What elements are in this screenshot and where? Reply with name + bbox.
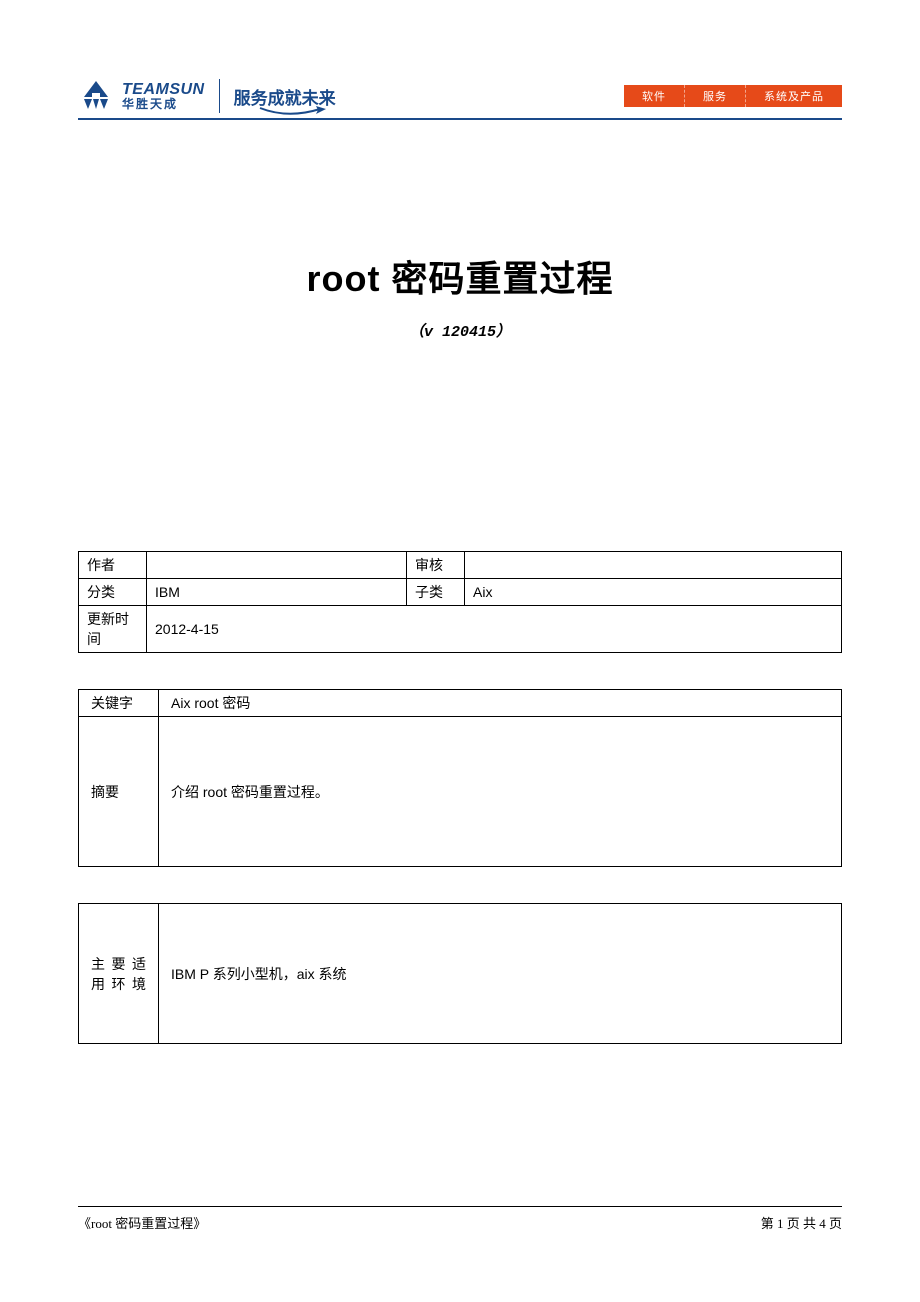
page-footer: 《root 密码重置过程》 第 1 页 共 4 页 — [78, 1206, 842, 1232]
updated-value: 2012-4-15 — [147, 606, 842, 653]
updated-label: 更新时间 — [79, 606, 147, 653]
author-label: 作者 — [79, 552, 147, 579]
logo-text-cn: 华胜天成 — [122, 98, 205, 110]
slogan-arrow-icon — [258, 105, 328, 117]
footer-page-number: 第 1 页 共 4 页 — [761, 1213, 842, 1232]
category-value: IBM — [147, 579, 407, 606]
category-label: 分类 — [79, 579, 147, 606]
logo-mark-icon — [78, 79, 114, 113]
keywords-label: 关键字 — [79, 690, 159, 717]
review-value — [465, 552, 842, 579]
environment-table: 主 要 适用环境 IBM P 系列小型机，aix 系统 — [78, 903, 842, 1044]
abstract-label: 摘要 — [79, 717, 159, 867]
author-value — [147, 552, 407, 579]
page-header: TEAMSUN 华胜天成 服务成就未来 软件 服务 系统及产品 — [78, 80, 842, 120]
keywords-value: Aix root 密码 — [159, 690, 842, 717]
header-left: TEAMSUN 华胜天成 服务成就未来 — [78, 79, 336, 113]
document-title: root 密码重置过程 — [78, 250, 842, 302]
nav-tab-software[interactable]: 软件 — [624, 85, 684, 107]
header-divider — [219, 79, 220, 113]
document-version: （v 120415） — [78, 320, 842, 341]
document-title-block: root 密码重置过程 （v 120415） — [78, 250, 842, 341]
env-label: 主 要 适用环境 — [79, 904, 159, 1044]
header-nav: 软件 服务 系统及产品 — [624, 85, 842, 107]
keywords-abstract-table: 关键字 Aix root 密码 摘要 介绍 root 密码重置过程。 — [78, 689, 842, 867]
logo-text-en: TEAMSUN — [122, 82, 205, 98]
slogan-text: 服务成就未来 — [234, 84, 336, 109]
review-label: 审核 — [407, 552, 465, 579]
metadata-table: 作者 审核 分类 IBM 子类 Aix 更新时间 2012-4-15 — [78, 551, 842, 653]
company-logo: TEAMSUN 华胜天成 — [78, 79, 205, 113]
nav-tab-service[interactable]: 服务 — [684, 85, 745, 107]
nav-tab-products[interactable]: 系统及产品 — [745, 85, 842, 107]
subcategory-value: Aix — [465, 579, 842, 606]
footer-doc-name: 《root 密码重置过程》 — [78, 1213, 206, 1232]
env-value: IBM P 系列小型机，aix 系统 — [159, 904, 842, 1044]
abstract-value: 介绍 root 密码重置过程。 — [159, 717, 842, 867]
subcategory-label: 子类 — [407, 579, 465, 606]
